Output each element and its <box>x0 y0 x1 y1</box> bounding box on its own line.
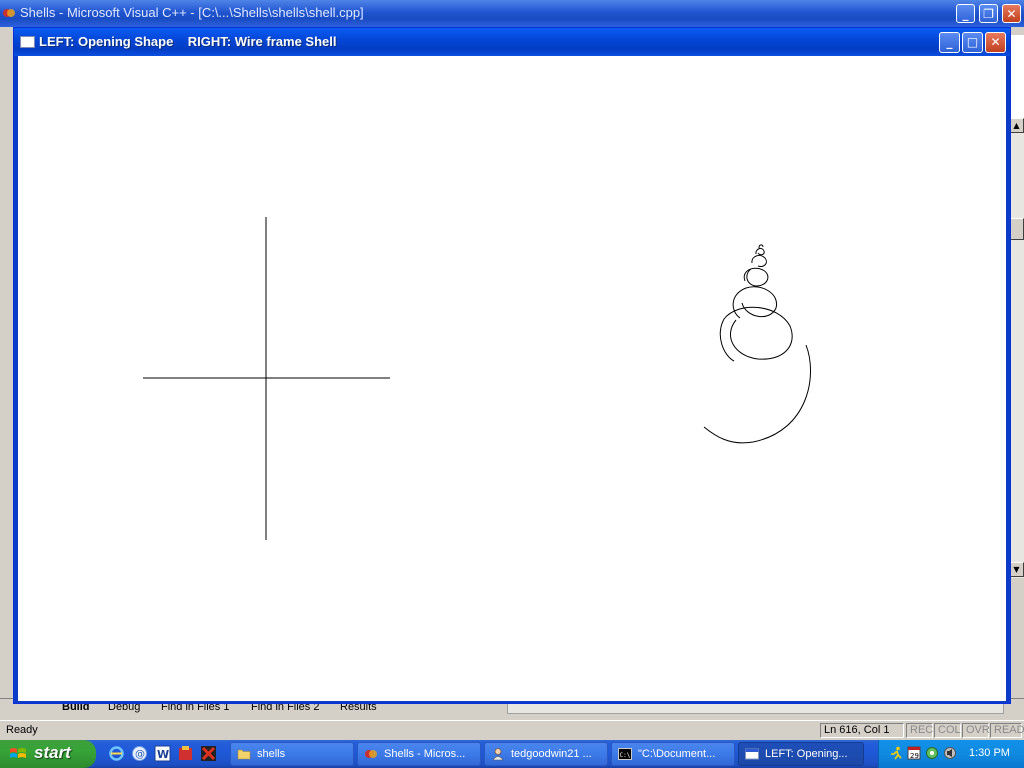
taskbar-button-visual-cpp[interactable]: Shells - Micros... <box>357 742 481 766</box>
system-tray: 29 1:30 PM <box>878 740 1024 768</box>
status-col: COL <box>934 723 961 738</box>
svg-text:C:\: C:\ <box>620 752 631 759</box>
windows-logo-icon <box>10 748 26 758</box>
vc-titlebar[interactable]: Shells - Microsoft Visual C++ - [C:\...\… <box>0 0 1024 27</box>
opengl-window[interactable]: LEFT: Opening Shape RIGHT: Wire frame Sh… <box>13 27 1011 704</box>
taskbar-button-opengl-window[interactable]: LEFT: Opening... <box>738 742 864 766</box>
shell-apex <box>755 247 765 256</box>
shell-fifth-whorl <box>751 255 767 267</box>
taskbar-button-console[interactable]: C:\ "C:\Document... <box>611 742 735 766</box>
gl-close-button[interactable]: ✕ <box>985 32 1006 53</box>
wireframe-shell <box>703 244 812 444</box>
vc-restore-button[interactable]: ❐ <box>979 4 998 23</box>
shell-fourth-whorl <box>743 267 769 287</box>
start-button[interactable]: start <box>0 740 96 768</box>
paint-app-icon[interactable] <box>177 745 194 762</box>
taskbar-button-label: shells <box>257 748 286 760</box>
game-app-icon[interactable] <box>200 745 217 762</box>
status-ovr: OVR <box>962 723 990 738</box>
svg-text:@: @ <box>135 749 145 760</box>
visual-cpp-app-icon <box>3 9 15 17</box>
status-line-col: Ln 616, Col 1 <box>820 723 904 738</box>
opengl-canvas[interactable] <box>18 56 1006 701</box>
opengl-window-icon <box>745 748 759 760</box>
taskbar-button-label: "C:\Document... <box>638 748 716 760</box>
vc-minimize-button[interactable]: _ <box>956 4 975 23</box>
gl-maximize-button[interactable]: □ <box>962 32 983 53</box>
shell-apex-tip <box>758 244 764 249</box>
scroll-down-arrow-icon[interactable]: ▼ <box>1009 562 1024 577</box>
opengl-titlebar[interactable]: LEFT: Opening Shape RIGHT: Wire frame Sh… <box>14 28 1010 56</box>
opengl-window-title: LEFT: Opening Shape RIGHT: Wire frame Sh… <box>39 34 337 49</box>
word-icon[interactable]: W <box>154 745 171 762</box>
svg-text:W: W <box>157 748 169 761</box>
internet-explorer-icon[interactable] <box>108 745 125 762</box>
svg-text:29: 29 <box>910 752 919 760</box>
shell-third-whorl <box>732 286 778 319</box>
console-icon: C:\ <box>618 748 632 760</box>
scroll-thumb[interactable] <box>1009 218 1024 240</box>
folder-icon <box>237 749 251 760</box>
start-label: start <box>34 743 71 762</box>
shell-second-whorl <box>719 306 793 362</box>
taskbar-button-shells-folder[interactable]: shells <box>230 742 354 766</box>
email-icon[interactable]: @ <box>131 745 148 762</box>
taskbar-button-label: LEFT: Opening... <box>765 748 848 760</box>
vc-window-title: Shells - Microsoft Visual C++ - [C:\...\… <box>20 5 364 20</box>
speaker-icon[interactable] <box>943 746 957 760</box>
scroll-up-arrow-icon[interactable]: ▲ <box>1009 118 1024 133</box>
status-rec: REC <box>906 723 933 738</box>
status-bar: Ready Ln 616, Col 1 REC COL OVR READ <box>0 720 1024 741</box>
taskbar-button-tedgoodwin21[interactable]: tedgoodwin21 ... <box>484 742 608 766</box>
vc-close-button[interactable]: ✕ <box>1002 4 1021 23</box>
status-text: Ready <box>6 724 38 736</box>
clock[interactable]: 1:30 PM <box>969 747 1010 759</box>
status-read: READ <box>990 723 1024 738</box>
taskbar-button-label: Shells - Micros... <box>384 748 466 760</box>
opengl-drawing <box>143 217 812 540</box>
runner-icon[interactable] <box>889 746 903 760</box>
calendar-icon[interactable]: 29 <box>907 746 921 760</box>
taskbar-button-label: tedgoodwin21 ... <box>511 748 592 760</box>
user-icon <box>492 748 504 761</box>
opengl-window-icon <box>20 36 35 48</box>
network-icon[interactable] <box>925 746 939 760</box>
gl-minimize-button[interactable]: _ <box>939 32 960 53</box>
visual-cpp-icon <box>365 750 377 758</box>
taskbar: start @ W shells Shells - Micros... tedg… <box>0 740 1024 768</box>
shell-outer-whorl <box>703 344 812 444</box>
